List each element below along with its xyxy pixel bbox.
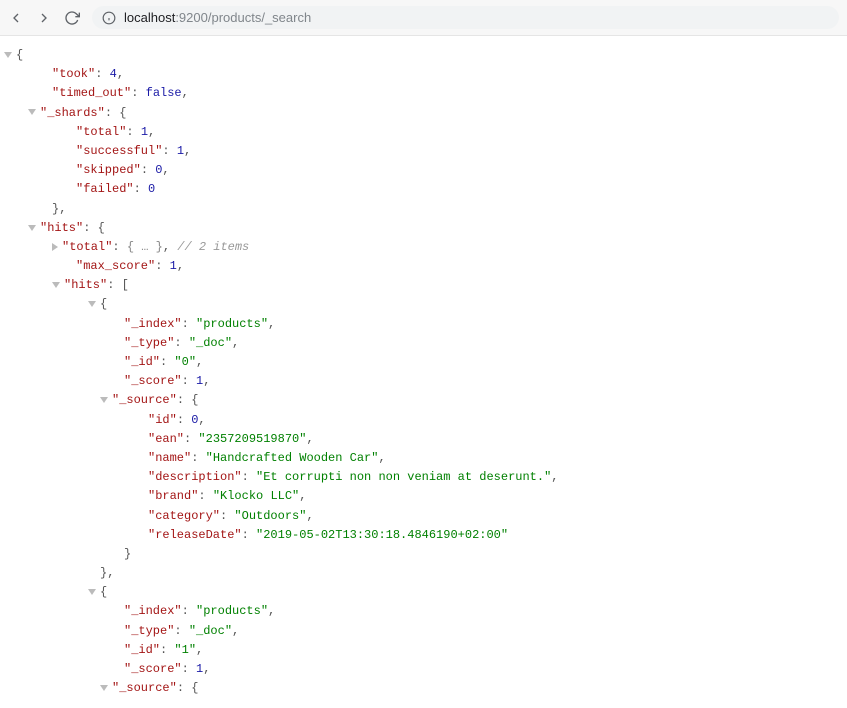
info-icon (102, 11, 116, 25)
toggle-icon[interactable] (88, 301, 96, 307)
toggle-icon[interactable] (52, 243, 58, 251)
browser-toolbar: localhost:9200/products/_search (0, 0, 847, 36)
forward-button[interactable] (36, 10, 52, 26)
toggle-icon[interactable] (100, 397, 108, 403)
toggle-icon[interactable] (88, 589, 96, 595)
reload-button[interactable] (64, 10, 80, 26)
address-bar[interactable]: localhost:9200/products/_search (92, 6, 839, 29)
toggle-icon[interactable] (52, 282, 60, 288)
url-text: localhost:9200/products/_search (124, 10, 311, 25)
toggle-icon[interactable] (100, 685, 108, 691)
json-viewer: { "took": 4, "timed_out": false, "_shard… (0, 36, 847, 708)
toggle-icon[interactable] (28, 109, 36, 115)
back-button[interactable] (8, 10, 24, 26)
toggle-icon[interactable] (4, 52, 12, 58)
toggle-icon[interactable] (28, 225, 36, 231)
